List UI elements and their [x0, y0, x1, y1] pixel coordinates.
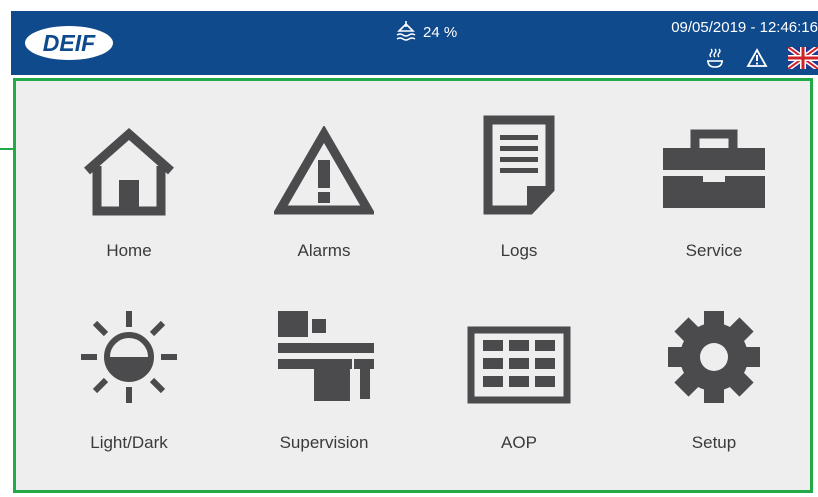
keypad-grid-icon [464, 315, 574, 415]
deif-logo: DEIF [23, 23, 115, 63]
fuel-indicator: 24 % [395, 19, 457, 45]
side-indicator [0, 148, 13, 150]
menu-tile-aop[interactable]: AOP [419, 293, 619, 473]
menu-label-setup: Setup [691, 433, 737, 452]
uk-flag-icon[interactable] [786, 44, 818, 74]
menu-label-supervision: Supervision [279, 433, 369, 452]
fuel-level-icon [395, 19, 417, 45]
menu-label-alarms: Alarms [297, 241, 351, 260]
warning-triangle-icon [746, 48, 768, 73]
menu-tile-supervision[interactable]: Supervision [224, 293, 424, 473]
menu-tile-setup[interactable]: Setup [614, 293, 814, 473]
fuel-value: 24 % [423, 23, 458, 41]
document-icon [464, 115, 574, 215]
menu-tile-home[interactable]: Home [29, 101, 229, 281]
menu-label-light-dark: Light/Dark [90, 433, 168, 452]
brightness-icon [74, 307, 184, 407]
menu-label-service: Service [685, 241, 743, 260]
heater-icon [704, 47, 726, 74]
alarm-triangle-icon [269, 121, 379, 221]
menu-label-logs: Logs [500, 241, 538, 260]
menu-tile-alarms[interactable]: Alarms [224, 101, 424, 281]
home-icon [74, 121, 184, 221]
menu-tile-light-dark[interactable]: Light/Dark [29, 293, 229, 473]
gear-icon [659, 307, 769, 407]
status-icons [704, 44, 818, 74]
menu-tile-service[interactable]: Service [614, 101, 814, 281]
logo-text: DEIF [42, 29, 96, 56]
toolbox-icon [659, 121, 769, 221]
menu-label-aop: AOP [501, 433, 537, 452]
top-status-bar: DEIF 24 % 09/05/2019 - 12:46:16 [11, 11, 818, 75]
menu-label-home: Home [106, 241, 152, 260]
main-menu-panel: Home Alarms Logs Service Light/Dark Supe… [13, 78, 813, 493]
network-icon [269, 307, 379, 407]
menu-tile-logs[interactable]: Logs [419, 101, 619, 281]
date-time: 09/05/2019 - 12:46:16 [671, 19, 818, 36]
